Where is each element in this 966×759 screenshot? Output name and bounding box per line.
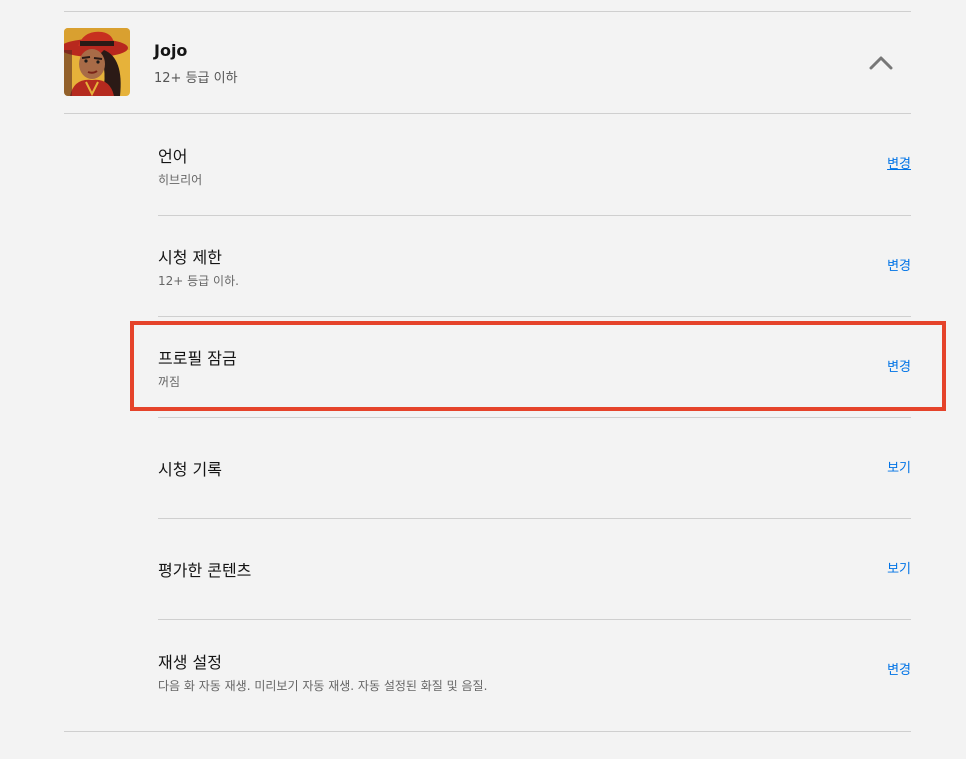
profile-name: Jojo <box>154 41 188 60</box>
view-viewing-activity-button[interactable]: 보기 <box>887 457 911 476</box>
row-divider <box>158 316 911 317</box>
setting-title-language: 언어 <box>158 147 188 166</box>
row-divider <box>158 619 911 620</box>
top-divider <box>64 11 911 12</box>
setting-value-profile-lock: 꺼짐 <box>158 375 181 389</box>
chevron-up-icon[interactable] <box>862 48 900 78</box>
setting-title-ratings: 평가한 콘텐츠 <box>158 561 252 580</box>
view-ratings-button[interactable]: 보기 <box>887 558 911 577</box>
change-profile-lock-button[interactable]: 변경 <box>887 356 911 375</box>
setting-title-viewing-activity: 시청 기록 <box>158 460 222 479</box>
setting-value-viewing-restrictions: 12+ 등급 이하. <box>158 274 239 288</box>
setting-value-playback: 다음 화 자동 재생. 미리보기 자동 재생. 자동 설정된 화질 및 음질. <box>158 679 488 693</box>
row-divider <box>158 215 911 216</box>
change-playback-settings-button[interactable]: 변경 <box>887 659 911 678</box>
setting-title-viewing-restrictions: 시청 제한 <box>158 248 222 267</box>
profile-divider <box>64 113 911 114</box>
profile-lock-highlight <box>130 321 946 411</box>
row-divider <box>158 417 911 418</box>
row-divider <box>158 518 911 519</box>
setting-title-playback: 재생 설정 <box>158 653 222 672</box>
setting-value-language: 히브리어 <box>158 173 203 187</box>
setting-title-profile-lock: 프로필 잠금 <box>158 349 237 368</box>
bottom-divider <box>64 731 911 732</box>
change-language-button[interactable]: 변경 <box>887 153 911 172</box>
change-viewing-restrictions-button[interactable]: 변경 <box>887 255 911 274</box>
profile-avatar <box>64 28 130 96</box>
profile-maturity-rating: 12+ 등급 이하 <box>154 71 238 86</box>
